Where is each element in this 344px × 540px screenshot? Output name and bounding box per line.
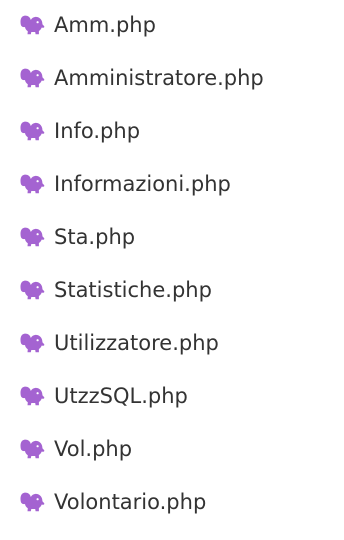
php-elephant-icon bbox=[20, 174, 45, 194]
php-elephant-icon bbox=[20, 68, 45, 88]
file-name: Vol.php bbox=[54, 437, 133, 461]
file-name: Volontario.php bbox=[54, 490, 207, 514]
file-name: Utilizzatore.php bbox=[54, 331, 219, 355]
file-item-statistiche[interactable]: Statistiche.php bbox=[0, 270, 344, 310]
php-elephant-icon bbox=[20, 15, 45, 35]
file-item-amm[interactable]: Amm.php bbox=[0, 5, 344, 45]
php-elephant-icon bbox=[20, 227, 45, 247]
php-elephant-icon bbox=[20, 280, 45, 300]
file-list: Amm.php Amministratore.php Info.php Info… bbox=[0, 0, 344, 540]
php-elephant-icon bbox=[20, 121, 45, 141]
file-item-info[interactable]: Info.php bbox=[0, 111, 344, 151]
file-item-sta[interactable]: Sta.php bbox=[0, 217, 344, 257]
file-name: Amm.php bbox=[54, 13, 156, 37]
file-name: Informazioni.php bbox=[54, 172, 231, 196]
file-item-volontario[interactable]: Volontario.php bbox=[0, 482, 344, 522]
file-name: Statistiche.php bbox=[54, 278, 212, 302]
file-item-amministratore[interactable]: Amministratore.php bbox=[0, 58, 344, 98]
file-name: Info.php bbox=[54, 119, 141, 143]
file-name: Amministratore.php bbox=[54, 66, 264, 90]
file-name: UtzzSQL.php bbox=[54, 384, 188, 408]
file-item-utzzsql[interactable]: UtzzSQL.php bbox=[0, 376, 344, 416]
file-item-utilizzatore[interactable]: Utilizzatore.php bbox=[0, 323, 344, 363]
php-elephant-icon bbox=[20, 439, 45, 459]
php-elephant-icon bbox=[20, 492, 45, 512]
file-name: Sta.php bbox=[54, 225, 136, 249]
php-elephant-icon bbox=[20, 333, 45, 353]
file-item-informazioni[interactable]: Informazioni.php bbox=[0, 164, 344, 204]
php-elephant-icon bbox=[20, 386, 45, 406]
file-item-vol[interactable]: Vol.php bbox=[0, 429, 344, 469]
